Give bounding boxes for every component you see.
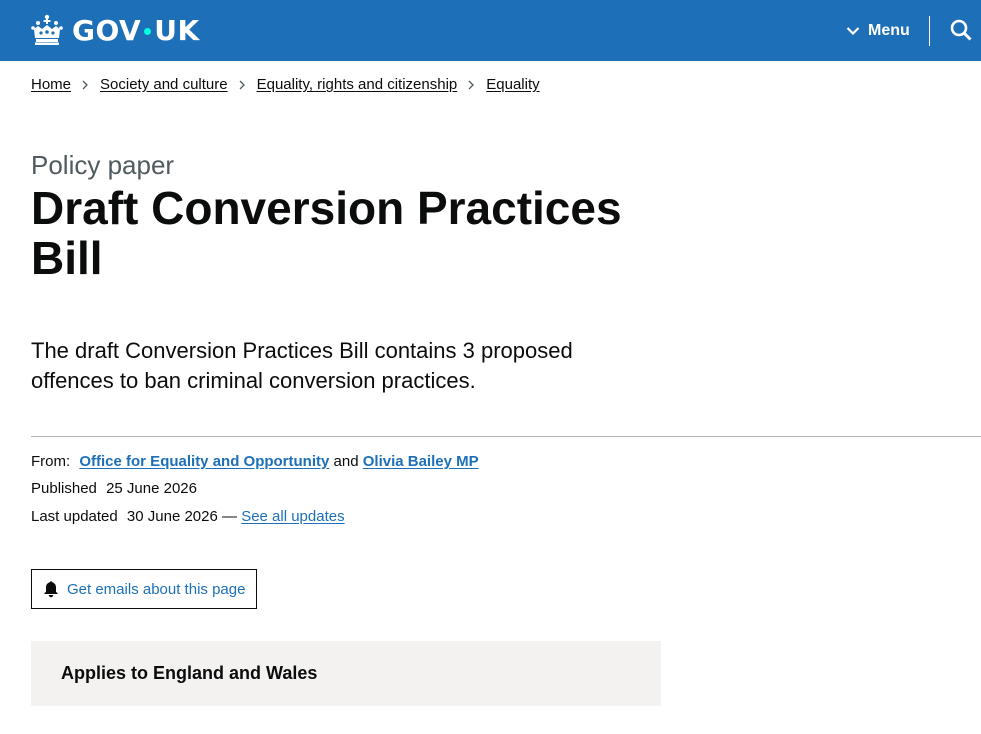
from-label: From: [31, 453, 71, 470]
bell-icon [44, 581, 58, 598]
get-emails-label: Get emails about this page [67, 580, 246, 598]
menu-button[interactable]: Menu [846, 18, 910, 44]
section-divider [31, 436, 981, 437]
menu-label: Menu [868, 22, 910, 39]
header-divider [929, 16, 930, 46]
logo-dot [144, 27, 152, 35]
updated-label: Last updated [31, 508, 118, 525]
org-link-equality-office[interactable]: Office for Equality and Opportunity [79, 453, 329, 470]
metadata-published: Published 25 June 2026 [31, 480, 197, 497]
search-icon [950, 19, 972, 41]
metadata-from: From: Office for Equality and Opportunit… [31, 453, 479, 470]
chevron-right-icon [468, 80, 475, 89]
published-label: Published [31, 480, 97, 497]
chevron-down-icon [846, 27, 860, 36]
person-link-olivia-bailey[interactable]: Olivia Bailey MP [363, 453, 479, 470]
from-and-text: and [333, 453, 359, 470]
applies-to-box: Applies to England and Wales [31, 641, 661, 706]
applies-to-text: Applies to England and Wales [61, 663, 318, 683]
breadcrumb: Home Society and culture Equality, right… [31, 76, 540, 93]
breadcrumb-equality-rights-citizenship[interactable]: Equality, rights and citizenship [257, 76, 458, 93]
breadcrumb-society-and-culture[interactable]: Society and culture [100, 76, 228, 93]
logo-text-gov: GOV [72, 13, 142, 47]
page-caption: Policy paper [31, 150, 175, 180]
published-date: 25 June 2026 [106, 480, 197, 497]
updated-date: 30 June 2026 — [126, 508, 238, 525]
get-emails-button[interactable]: Get emails about this page [31, 569, 257, 609]
breadcrumb-home[interactable]: Home [31, 76, 71, 93]
chevron-right-icon [239, 80, 245, 89]
see-all-updates-link[interactable]: See all updates [241, 508, 344, 525]
logo-text-uk: UK [154, 13, 200, 47]
crown-icon [31, 14, 63, 45]
chevron-right-icon [82, 80, 88, 89]
page-title: Draft Conversion Practices Bill [31, 182, 622, 284]
breadcrumb-equality[interactable]: Equality [486, 76, 539, 93]
page-lede: The draft Conversion Practices Bill cont… [31, 338, 573, 393]
govuk-logo-link[interactable]: GOV UK [30, 12, 200, 48]
site-header: GOV UK Menu [0, 0, 981, 61]
metadata-updated: Last updated 30 June 2026 — See all upda… [31, 508, 345, 525]
search-button[interactable] [949, 18, 973, 42]
